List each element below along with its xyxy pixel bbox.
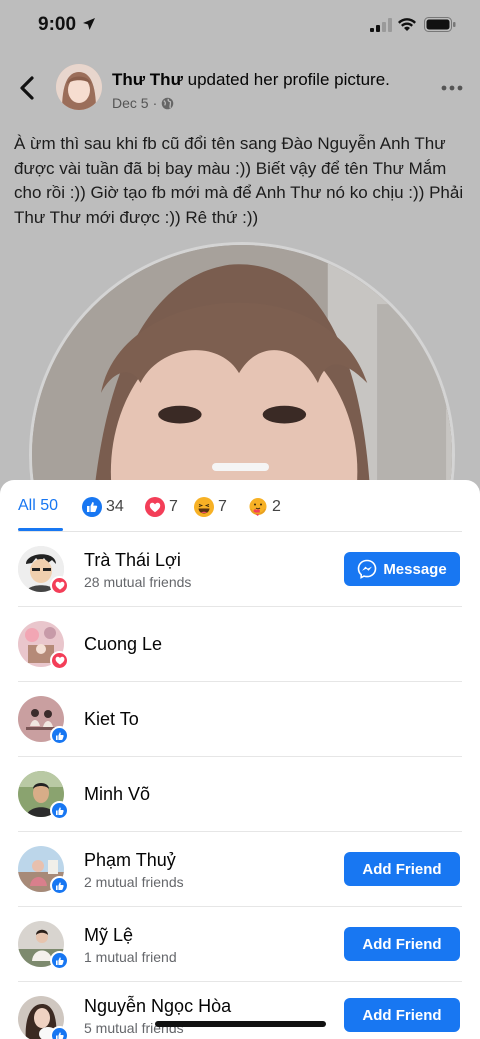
person-name[interactable]: Minh Võ (84, 784, 150, 805)
list-item[interactable]: Kiet To (0, 682, 480, 757)
person-name[interactable]: Phạm Thuỷ (84, 850, 176, 871)
cellular-signal-icon (370, 18, 392, 32)
post-date[interactable]: Dec 5 (112, 95, 149, 111)
tab-care-count: 2 (272, 498, 281, 515)
messenger-icon (358, 559, 377, 579)
list-item[interactable]: Minh Võ (0, 757, 480, 832)
author-name[interactable]: Thư Thư (112, 70, 183, 89)
list-item[interactable]: Mỹ Lệ 1 mutual friend Add Friend (0, 907, 480, 982)
add-friend-label: Add Friend (362, 935, 442, 953)
globe-icon (161, 97, 174, 109)
person-name[interactable]: Trà Thái Lợi (84, 550, 181, 571)
list-item[interactable]: Nguyễn Ngọc Hòa 5 mutual friends Add Fri… (0, 982, 480, 1039)
like-reaction-badge (50, 876, 69, 895)
add-friend-button[interactable]: Add Friend (344, 927, 460, 961)
list-item[interactable]: Cuong Le (0, 607, 480, 682)
sheet-grabber[interactable] (212, 463, 269, 471)
mutual-friends: 2 mutual friends (84, 874, 184, 890)
author-avatar[interactable] (56, 64, 102, 110)
tab-like[interactable]: 34 (82, 497, 124, 517)
tab-care[interactable]: 2 (248, 497, 281, 517)
add-friend-label: Add Friend (362, 860, 442, 878)
tab-all-label: All 50 (18, 497, 59, 514)
message-button-label: Message (383, 560, 447, 578)
message-button[interactable]: Message (344, 552, 460, 586)
list-item[interactable]: Trà Thái Lợi 28 mutual friends Message (0, 532, 480, 607)
person-name[interactable]: Cuong Le (84, 634, 162, 655)
person-name[interactable]: Mỹ Lệ (84, 925, 133, 946)
add-friend-label: Add Friend (362, 1006, 442, 1024)
tab-haha[interactable]: 7 (194, 497, 227, 517)
wifi-icon (398, 18, 416, 31)
post-text: À ừm thì sau khi fb cũ đổi tên sang Đào … (14, 134, 464, 227)
post-action: updated her profile picture. (187, 70, 390, 89)
love-reaction-badge (50, 651, 69, 670)
person-name[interactable]: Kiet To (84, 709, 139, 730)
tab-haha-count: 7 (218, 498, 227, 515)
add-friend-button[interactable]: Add Friend (344, 998, 460, 1032)
tab-like-count: 34 (106, 498, 124, 515)
like-icon (82, 497, 102, 517)
tab-all[interactable]: All 50 (18, 497, 58, 515)
back-arrow-icon[interactable] (16, 74, 40, 102)
love-icon (145, 497, 165, 517)
mutual-friends: 28 mutual friends (84, 574, 192, 590)
like-reaction-badge (50, 726, 69, 745)
post-title: Thư Thư updated her profile picture. (112, 70, 390, 90)
post-meta: Dec 5 · (112, 95, 174, 111)
add-friend-button[interactable]: Add Friend (344, 852, 460, 886)
like-reaction-badge (50, 801, 69, 820)
mutual-friends: 1 mutual friend (84, 949, 177, 965)
status-bar: 9:00 (0, 0, 480, 54)
reaction-tabs: All 50 34 7 7 2 (0, 480, 480, 532)
more-options-icon[interactable] (440, 80, 464, 96)
tab-love[interactable]: 7 (145, 497, 178, 517)
battery-icon (424, 17, 456, 32)
person-name[interactable]: Nguyễn Ngọc Hòa (84, 996, 231, 1017)
location-arrow-icon (83, 18, 95, 30)
haha-icon (194, 497, 214, 517)
like-reaction-badge (50, 951, 69, 970)
reactions-sheet: All 50 34 7 7 2 Trà Thái Lợi 28 mutual f… (0, 480, 480, 1039)
home-indicator (155, 1021, 326, 1027)
love-reaction-badge (50, 576, 69, 595)
like-reaction-badge (50, 1026, 69, 1039)
list-item[interactable]: Phạm Thuỷ 2 mutual friends Add Friend (0, 832, 480, 907)
care-icon (249, 498, 267, 516)
tab-love-count: 7 (169, 498, 178, 515)
status-time: 9:00 (38, 14, 77, 35)
